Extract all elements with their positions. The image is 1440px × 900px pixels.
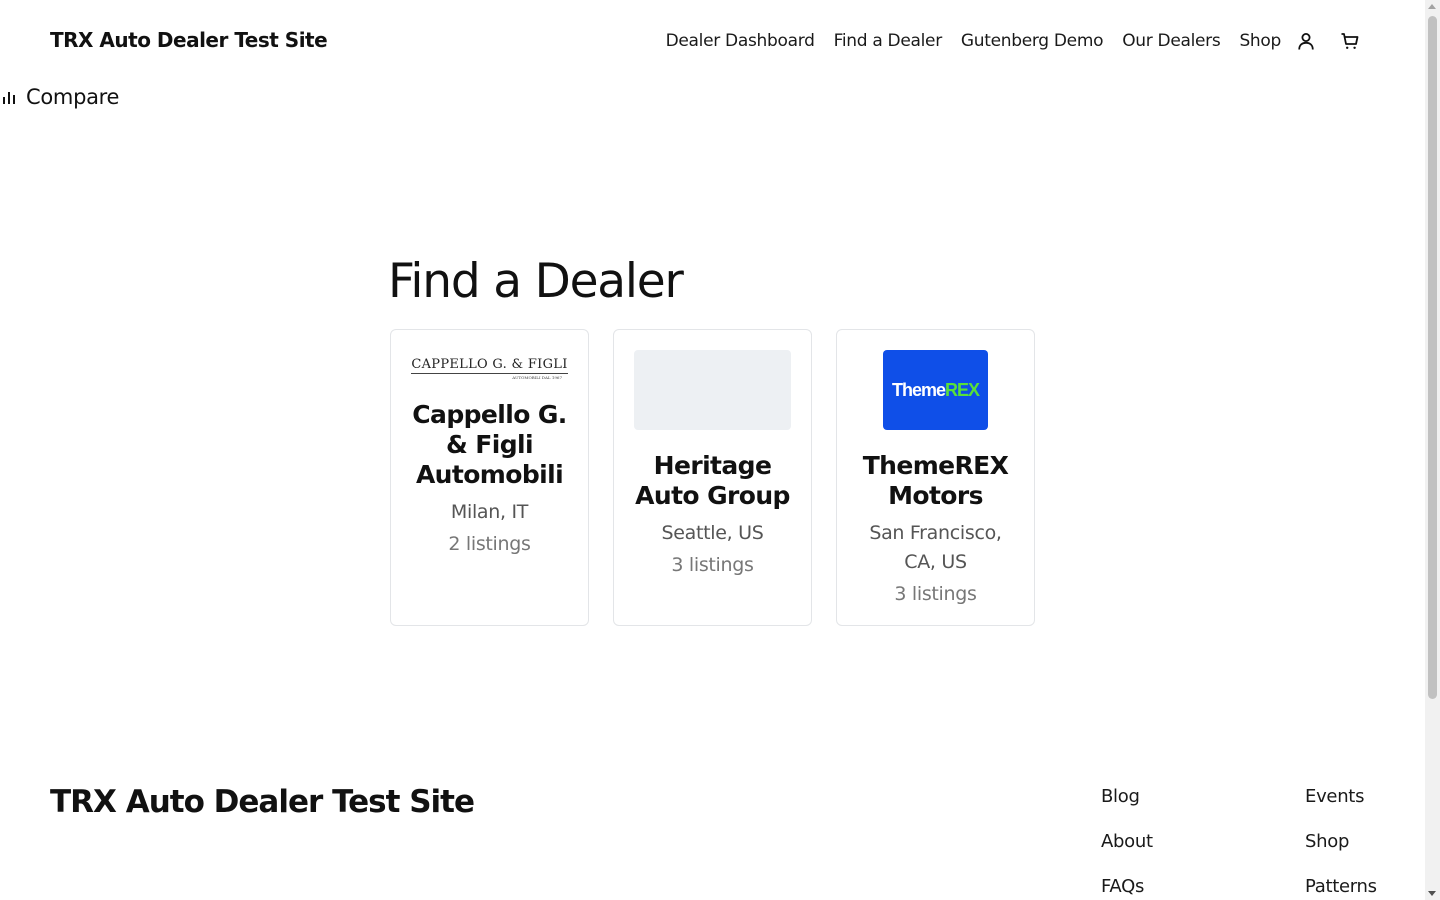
dealer-card[interactable]: Theme REX ThemeREX Motors San Francisco, … — [836, 329, 1035, 626]
dealer-name[interactable]: Cappello G. & Figli Automobili — [391, 400, 588, 490]
page-title: Find a Dealer — [388, 254, 684, 309]
logo-text-b: REX — [945, 379, 980, 400]
dealer-card[interactable]: Heritage Auto Group Seattle, US 3 listin… — [613, 329, 812, 626]
cart-icon[interactable] — [1339, 30, 1361, 52]
logo-subtext: AUTOMOBILI DAL 1967 — [512, 374, 562, 380]
site-header: TRX Auto Dealer Test Site Dealer Dashboa… — [0, 0, 1425, 84]
scroll-up-icon[interactable] — [1428, 4, 1436, 9]
compare-label: Compare — [26, 85, 120, 109]
dealer-listing-count: 2 listings — [448, 533, 531, 555]
nav-find-a-dealer[interactable]: Find a Dealer — [834, 31, 943, 51]
footer-links-col2: Events Shop Patterns — [1305, 786, 1377, 900]
site-title[interactable]: TRX Auto Dealer Test Site — [50, 28, 328, 52]
footer-site-title[interactable]: TRX Auto Dealer Test Site — [50, 784, 475, 820]
nav-gutenberg-demo[interactable]: Gutenberg Demo — [961, 31, 1104, 51]
footer-link-patterns[interactable]: Patterns — [1305, 876, 1377, 900]
footer-links-col1: Blog About FAQs — [1101, 786, 1153, 900]
main-nav: Dealer Dashboard Find a Dealer Gutenberg… — [647, 30, 1361, 52]
user-icon[interactable] — [1295, 30, 1317, 52]
dealer-logo-placeholder — [634, 350, 791, 430]
dealer-logo-themerex[interactable]: Theme REX — [883, 350, 988, 430]
dealer-logo-cappello[interactable]: CAPPELLO G. & FIGLI AUTOMOBILI DAL 1967 — [411, 350, 568, 386]
scrollbar-thumb[interactable] — [1428, 16, 1437, 699]
dealer-location: Milan, IT — [450, 501, 529, 523]
footer-link-blog[interactable]: Blog — [1101, 786, 1153, 831]
dealer-name[interactable]: ThemeREX Motors — [837, 451, 1034, 511]
dealer-location: San Francisco, CA, US — [869, 522, 1002, 573]
dealer-card[interactable]: CAPPELLO G. & FIGLI AUTOMOBILI DAL 1967 … — [390, 329, 589, 626]
footer-link-shop[interactable]: Shop — [1305, 831, 1377, 876]
logo-text-a: Theme — [891, 379, 946, 400]
compare-button[interactable]: Compare — [2, 85, 119, 109]
nav-shop[interactable]: Shop — [1239, 31, 1281, 51]
nav-dealer-dashboard[interactable]: Dealer Dashboard — [666, 31, 815, 51]
dealer-listing-count: 3 listings — [671, 554, 754, 576]
scroll-down-icon[interactable] — [1428, 891, 1436, 896]
nav-our-dealers[interactable]: Our Dealers — [1122, 31, 1221, 51]
dealer-name[interactable]: Heritage Auto Group — [614, 451, 811, 511]
footer-link-events[interactable]: Events — [1305, 786, 1377, 831]
footer-link-faqs[interactable]: FAQs — [1101, 876, 1153, 900]
footer-link-about[interactable]: About — [1101, 831, 1153, 876]
logo-text: CAPPELLO G. & FIGLI — [411, 356, 568, 374]
vertical-scrollbar[interactable] — [1425, 0, 1440, 900]
dealer-listing-count: 3 listings — [894, 583, 977, 605]
dealer-grid: CAPPELLO G. & FIGLI AUTOMOBILI DAL 1967 … — [390, 329, 1035, 626]
dealer-location: Seattle, US — [661, 522, 764, 544]
bar-chart-icon — [2, 88, 20, 106]
